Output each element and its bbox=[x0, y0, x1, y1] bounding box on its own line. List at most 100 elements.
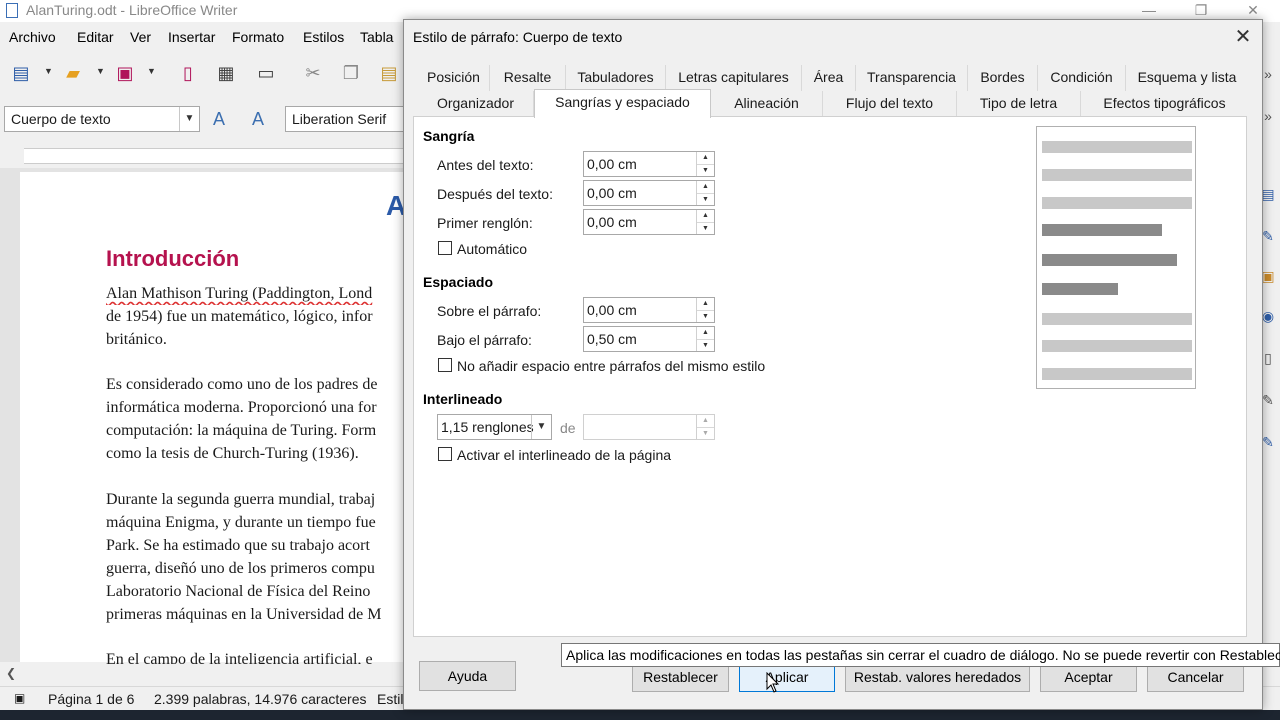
document-line: En el campo de la inteligencia artificia… bbox=[106, 651, 373, 664]
document-line: de 1954) fue un matemático, lógico, info… bbox=[106, 308, 373, 325]
menu-estilos[interactable]: Estilos bbox=[303, 29, 344, 45]
page-style[interactable]: Estil bbox=[377, 691, 403, 707]
no-space-label[interactable]: No añadir espacio entre párrafos del mis… bbox=[457, 358, 765, 374]
spin-down-icon[interactable]: ▼ bbox=[697, 339, 714, 351]
tab-condicion[interactable]: Condición bbox=[1038, 65, 1126, 91]
chevron-down-icon[interactable]: ▼ bbox=[147, 66, 156, 76]
line-spacing-select[interactable]: 1,15 renglones ▼ bbox=[437, 414, 552, 440]
save-icon[interactable]: ▣ bbox=[112, 60, 138, 86]
menu-ver[interactable]: Ver bbox=[130, 29, 151, 45]
menu-editar[interactable]: Editar bbox=[77, 29, 114, 45]
tab-area[interactable]: Área bbox=[802, 65, 856, 91]
copy-icon[interactable]: ❐ bbox=[338, 60, 364, 86]
document-line: Es considerado como uno de los padres de bbox=[106, 376, 378, 393]
chevron-down-icon[interactable]: ▼ bbox=[96, 66, 105, 76]
document-line: informática moderna. Proporcionó una for bbox=[106, 399, 377, 416]
ruler-strip bbox=[24, 148, 405, 164]
tab-letras-capitulares[interactable]: Letras capitulares bbox=[666, 65, 802, 91]
spin-up-icon[interactable]: ▲ bbox=[697, 298, 714, 310]
open-folder-icon[interactable]: ▰ bbox=[60, 60, 86, 86]
before-text-label: Antes del texto: bbox=[437, 157, 534, 173]
first-line-label: Primer renglón: bbox=[437, 215, 533, 231]
line-spacing-value: 1,15 renglones bbox=[441, 419, 534, 435]
spin-up-icon[interactable]: ▲ bbox=[697, 415, 714, 427]
new-document-icon[interactable]: ▤ bbox=[8, 60, 34, 86]
spin-up-icon[interactable]: ▲ bbox=[697, 210, 714, 222]
paste-icon[interactable]: ▤ bbox=[376, 60, 402, 86]
after-text-field[interactable]: 0,00 cm ▲ ▼ bbox=[583, 180, 715, 206]
word-count[interactable]: 2.399 palabras, 14.976 caracteres bbox=[154, 691, 366, 707]
tab-efectos-tipograficos[interactable]: Efectos tipográficos bbox=[1081, 91, 1248, 117]
preview-line bbox=[1042, 340, 1192, 352]
automatic-label[interactable]: Automático bbox=[457, 241, 527, 257]
tab-tabuladores[interactable]: Tabuladores bbox=[566, 65, 666, 91]
mouse-cursor-icon bbox=[766, 672, 780, 693]
below-paragraph-field[interactable]: 0,50 cm ▲ ▼ bbox=[583, 326, 715, 352]
menu-tabla[interactable]: Tabla bbox=[360, 29, 393, 45]
help-button[interactable]: Ayuda bbox=[419, 661, 516, 691]
chevron-left-icon[interactable]: ❮ bbox=[6, 666, 16, 680]
preview-line bbox=[1042, 254, 1177, 266]
tab-alineacion[interactable]: Alineación bbox=[711, 91, 823, 117]
cut-icon[interactable]: ✂ bbox=[300, 60, 326, 86]
export-pdf-icon[interactable]: ▯ bbox=[175, 60, 201, 86]
font-name-combo[interactable]: Liberation Serif bbox=[285, 106, 410, 132]
line-spacing-of-field[interactable]: ▲ ▼ bbox=[583, 414, 715, 440]
print-preview-icon[interactable]: ▭ bbox=[253, 60, 279, 86]
tab-flujo-del-texto[interactable]: Flujo del texto bbox=[823, 91, 957, 117]
menu-formato[interactable]: Formato bbox=[232, 29, 284, 45]
tab-transparencia[interactable]: Transparencia bbox=[856, 65, 968, 91]
page-line-spacing-label[interactable]: Activar el interlineado de la página bbox=[457, 447, 671, 463]
paragraph-style-combo[interactable]: Cuerpo de texto ▼ bbox=[4, 106, 200, 132]
close-icon[interactable]: ✕ bbox=[1230, 24, 1256, 50]
chevron-down-icon[interactable]: ▼ bbox=[179, 107, 199, 131]
page-count[interactable]: Página 1 de 6 bbox=[48, 691, 134, 707]
print-icon[interactable]: ▦ bbox=[213, 60, 239, 86]
menu-insertar[interactable]: Insertar bbox=[168, 29, 215, 45]
preview-line bbox=[1042, 197, 1192, 209]
no-space-checkbox[interactable] bbox=[438, 358, 452, 372]
tab-sangrias-y-espaciado[interactable]: Sangrías y espaciado bbox=[534, 89, 711, 118]
document-icon bbox=[6, 3, 18, 18]
after-text-label: Después del texto: bbox=[437, 186, 553, 202]
tab-esquema-y-lista[interactable]: Esquema y lista bbox=[1126, 65, 1248, 91]
update-style-icon[interactable]: A bbox=[206, 106, 232, 132]
menu-archivo[interactable]: Archivo bbox=[9, 29, 56, 45]
chevron-down-icon[interactable]: ▼ bbox=[531, 415, 551, 439]
document-line: como la tesis de Church-Turing (1936). bbox=[106, 445, 359, 462]
before-text-field[interactable]: 0,00 cm ▲ ▼ bbox=[583, 151, 715, 177]
new-style-icon[interactable]: A bbox=[245, 106, 271, 132]
page-line-spacing-checkbox[interactable] bbox=[438, 447, 452, 461]
document-line: guerra, diseñó uno de los primeros compu bbox=[106, 560, 375, 577]
spin-up-icon[interactable]: ▲ bbox=[697, 152, 714, 164]
document-line: computación: la máquina de Turing. Form bbox=[106, 422, 377, 439]
horizontal-scrollbar[interactable]: ❮ bbox=[0, 664, 405, 684]
spin-up-icon[interactable]: ▲ bbox=[697, 327, 714, 339]
horizontal-ruler[interactable] bbox=[0, 142, 405, 168]
tab-resalte[interactable]: Resalte bbox=[490, 65, 566, 91]
taskbar bbox=[0, 710, 1280, 720]
preview-line bbox=[1042, 169, 1192, 181]
above-paragraph-field[interactable]: 0,00 cm ▲ ▼ bbox=[583, 297, 715, 323]
spin-up-icon[interactable]: ▲ bbox=[697, 181, 714, 193]
automatic-checkbox[interactable] bbox=[438, 241, 452, 255]
first-line-field[interactable]: 0,00 cm ▲ ▼ bbox=[583, 209, 715, 235]
tab-organizador[interactable]: Organizador bbox=[418, 91, 534, 117]
spin-down-icon[interactable]: ▼ bbox=[697, 310, 714, 322]
preview-line bbox=[1042, 224, 1162, 236]
font-name-value: Liberation Serif bbox=[292, 111, 387, 127]
document-line: máquina Enigma, y durante un tiempo fue bbox=[106, 514, 376, 531]
tab-tipo-de-letra[interactable]: Tipo de letra bbox=[957, 91, 1081, 117]
chevron-down-icon[interactable]: ▼ bbox=[44, 66, 53, 76]
document-line: primeras máquinas en la Universidad de M bbox=[106, 606, 382, 623]
tab-posicion[interactable]: Posición bbox=[418, 65, 490, 91]
preview-line bbox=[1042, 141, 1192, 153]
spin-down-icon[interactable]: ▼ bbox=[697, 222, 714, 234]
spin-down-icon[interactable]: ▼ bbox=[697, 193, 714, 205]
above-paragraph-label: Sobre el párrafo: bbox=[437, 303, 542, 319]
spin-down-icon[interactable]: ▼ bbox=[697, 427, 714, 439]
spacing-section-title: Espaciado bbox=[423, 274, 494, 290]
spin-down-icon[interactable]: ▼ bbox=[697, 164, 714, 176]
document-line: Laboratorio Nacional de Física del Reino bbox=[106, 583, 371, 600]
tab-bordes[interactable]: Bordes bbox=[968, 65, 1038, 91]
